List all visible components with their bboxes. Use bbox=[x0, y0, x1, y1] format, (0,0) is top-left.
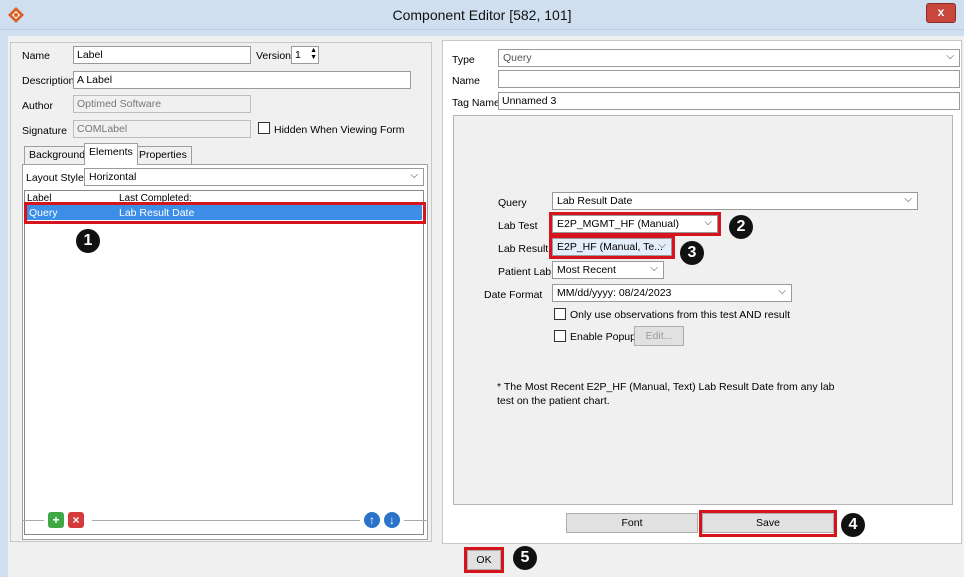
enable-popup-label: Enable Popup bbox=[570, 331, 636, 343]
query-label: Query bbox=[498, 197, 527, 209]
highlight-box-row bbox=[24, 202, 426, 224]
enable-popup-checkbox[interactable] bbox=[554, 330, 566, 342]
move-down-icon[interactable]: ↓ bbox=[384, 512, 400, 528]
type-select[interactable]: Query ⌵ bbox=[498, 49, 960, 67]
query-note-line2: test on the patient chart. bbox=[497, 395, 610, 407]
edit-popup-button[interactable]: Edit... bbox=[634, 326, 684, 346]
type-label: Type bbox=[452, 54, 475, 66]
highlight-box-ok bbox=[464, 547, 504, 573]
patient-lab-label: Patient Lab bbox=[498, 266, 552, 278]
date-format-select[interactable]: MM/dd/yyyy: 08/24/2023 ⌵ bbox=[552, 284, 792, 302]
step-badge-4: 4 bbox=[841, 513, 865, 537]
highlight-box-lab-test bbox=[549, 212, 721, 236]
chevron-down-icon: ⌵ bbox=[410, 170, 418, 181]
tab-elements[interactable]: Elements bbox=[84, 143, 138, 165]
step-badge-2: 2 bbox=[729, 215, 753, 239]
layout-style-select[interactable]: Horizontal ⌵ bbox=[84, 168, 424, 186]
hidden-checkbox[interactable] bbox=[258, 122, 270, 134]
add-element-icon[interactable]: + bbox=[48, 512, 64, 528]
query-select[interactable]: Lab Result Date ⌵ bbox=[552, 192, 918, 210]
only-observations-label: Only use observations from this test AND… bbox=[570, 309, 791, 321]
font-button[interactable]: Font bbox=[566, 513, 698, 533]
chevron-down-icon: ⌵ bbox=[904, 194, 912, 205]
step-badge-1: 1 bbox=[76, 229, 100, 253]
layout-style-label: Layout Style bbox=[26, 172, 84, 184]
hidden-label: Hidden When Viewing Form bbox=[274, 124, 405, 136]
tab-background[interactable]: Background bbox=[24, 146, 91, 164]
name-label-right: Name bbox=[452, 75, 481, 87]
patient-lab-value: Most Recent bbox=[557, 264, 616, 276]
version-stepper[interactable]: 1 ▲ ▼ bbox=[291, 46, 319, 64]
name-input[interactable]: Label bbox=[73, 46, 251, 64]
layout-style-value: Horizontal bbox=[89, 171, 137, 183]
step-badge-5: 5 bbox=[513, 546, 537, 570]
date-format-value: MM/dd/yyyy: 08/24/2023 bbox=[557, 287, 672, 299]
chevron-down-icon: ⌵ bbox=[946, 51, 954, 62]
window-title: Component Editor [582, 101] bbox=[392, 7, 572, 23]
query-note-line1: * The Most Recent E2P_HF (Manual, Text) … bbox=[497, 381, 835, 393]
name-input-right[interactable] bbox=[498, 70, 960, 88]
date-format-label: Date Format bbox=[484, 289, 543, 301]
stepper-arrows-icon[interactable]: ▲ ▼ bbox=[310, 47, 317, 61]
query-value: Lab Result Date bbox=[557, 195, 633, 207]
chevron-down-icon: ⌵ bbox=[650, 263, 658, 274]
title-bar: Component Editor [582, 101] x bbox=[0, 0, 964, 30]
only-observations-checkbox[interactable] bbox=[554, 308, 566, 320]
tab-properties[interactable]: Properties bbox=[134, 146, 192, 164]
description-label: Description bbox=[22, 75, 75, 87]
description-input[interactable]: A Label bbox=[73, 71, 411, 89]
version-label: Version bbox=[256, 50, 292, 62]
component-editor-window: Component Editor [582, 101] x Name Label… bbox=[0, 0, 964, 577]
signature-label: Signature bbox=[22, 125, 67, 137]
move-up-icon[interactable]: ↑ bbox=[364, 512, 380, 528]
chevron-down-icon: ⌵ bbox=[778, 286, 786, 297]
highlight-box-lab-result bbox=[549, 235, 675, 259]
lab-result-label: Lab Result bbox=[498, 243, 549, 255]
step-badge-3: 3 bbox=[680, 241, 704, 265]
version-value: 1 bbox=[295, 49, 301, 61]
signature-field: COMLabel bbox=[73, 120, 251, 138]
author-label: Author bbox=[22, 100, 53, 112]
remove-element-icon[interactable]: × bbox=[68, 512, 84, 528]
author-field: Optimed Software bbox=[73, 95, 251, 113]
tag-name-input[interactable]: Unnamed 3 bbox=[498, 92, 960, 110]
patient-lab-select[interactable]: Most Recent ⌵ bbox=[552, 261, 664, 279]
name-label: Name bbox=[22, 50, 51, 62]
close-button[interactable]: x bbox=[926, 3, 956, 23]
lab-test-label: Lab Test bbox=[498, 220, 538, 232]
highlight-box-save bbox=[699, 510, 837, 537]
type-value: Query bbox=[503, 52, 532, 64]
tag-name-label: Tag Name bbox=[452, 97, 500, 109]
